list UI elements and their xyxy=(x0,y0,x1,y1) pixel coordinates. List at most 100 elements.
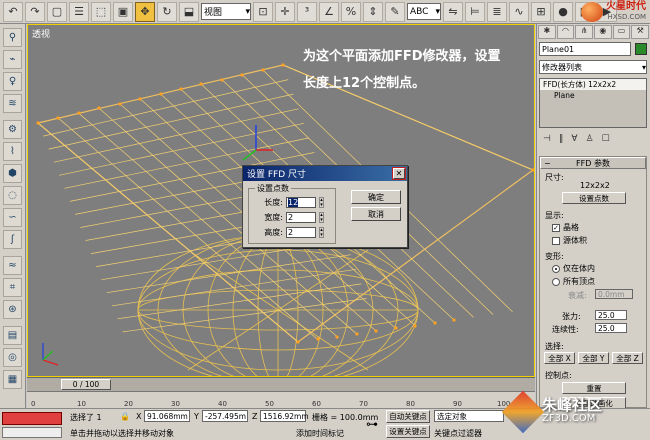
length-input[interactable]: 12 xyxy=(286,197,316,208)
modifier-list-dropdown[interactable]: 修改器列表 ▾ xyxy=(539,60,647,74)
hair-icon[interactable]: ≋ xyxy=(3,94,22,113)
display-label: 显示: xyxy=(545,211,564,220)
source-volume-checkbox[interactable]: 源体积 xyxy=(552,235,587,246)
stack-item-plane[interactable]: Plane xyxy=(540,90,646,101)
tick-label: 20 xyxy=(124,400,133,408)
stack-item-ffd[interactable]: FFD(长方体) 12x2x2 xyxy=(540,79,646,90)
rope-icon[interactable]: ∽ xyxy=(3,208,22,227)
align-icon[interactable]: ⊨ xyxy=(465,1,485,22)
redo-icon[interactable]: ↷ xyxy=(25,1,45,22)
time-slider-track[interactable]: 0 / 100 xyxy=(27,377,535,391)
move-icon[interactable]: ✥ xyxy=(135,1,155,22)
reactor-icon[interactable]: ⚙ xyxy=(3,120,22,139)
all-z-button[interactable]: 全部 Z xyxy=(612,352,643,364)
cancel-button[interactable]: 取消 xyxy=(351,207,401,221)
tab-display-icon[interactable]: ▭ xyxy=(612,25,631,39)
select-object-icon[interactable]: ▢ xyxy=(47,1,67,22)
width-spinner[interactable]: ▴ ▾ xyxy=(319,212,324,223)
angle-snap-icon[interactable]: ∠ xyxy=(319,1,339,22)
spring-icon[interactable]: ʃ xyxy=(3,230,22,249)
curve-editor-icon[interactable]: ∿ xyxy=(509,1,529,22)
select-manipulate-icon[interactable]: ✛ xyxy=(275,1,295,22)
tab-create-icon[interactable]: ✱ xyxy=(538,25,556,39)
rollout-header[interactable]: − FFD 参数 xyxy=(540,157,646,169)
bones-icon[interactable]: ⌁ xyxy=(3,50,22,69)
key-icon[interactable]: ⊶ xyxy=(366,417,378,431)
schematic-view-icon[interactable]: ⊞ xyxy=(531,1,551,22)
z-coord-field[interactable]: 1516.92mm xyxy=(260,410,309,422)
tab-motion-icon[interactable]: ◉ xyxy=(594,25,612,39)
key-filters-button[interactable]: 关键点过滤器 xyxy=(434,428,482,439)
tab-utilities-icon[interactable]: ⚒ xyxy=(631,25,650,39)
tension-input[interactable]: 25.0 xyxy=(595,310,627,320)
pin-stack-icon[interactable]: ⊣ xyxy=(543,134,551,144)
y-coord-field[interactable]: -257.495m xyxy=(202,410,248,422)
only-in-volume-radio[interactable]: 仅在体内 xyxy=(552,263,595,274)
width-input[interactable]: 2 xyxy=(286,212,316,223)
show-end-result-icon[interactable]: ‖ xyxy=(559,134,564,144)
water-icon[interactable]: ≈ xyxy=(3,256,22,275)
tab-modify-icon[interactable]: ◠ xyxy=(556,25,575,39)
snap-3d-icon[interactable]: ³ xyxy=(297,1,317,22)
viewport-label[interactable]: 透视 xyxy=(32,27,50,40)
set-points-button[interactable]: 设置点数 xyxy=(562,192,626,204)
scale-icon[interactable]: ⬓ xyxy=(179,1,199,22)
add-time-tag[interactable]: 添加时间标记 xyxy=(296,428,344,439)
set-key-button[interactable]: 设置关键点 xyxy=(386,425,430,438)
cloth-icon[interactable]: ⌇ xyxy=(3,142,22,161)
all-x-button[interactable]: 全部 X xyxy=(544,352,575,364)
layer-manager-icon[interactable]: ≣ xyxy=(487,1,507,22)
render-icon[interactable]: ▦ xyxy=(3,370,22,389)
mirror-icon[interactable]: ⇋ xyxy=(443,1,463,22)
reference-coord-dropdown[interactable]: 视图 ▾ xyxy=(201,3,251,20)
close-icon[interactable]: ✕ xyxy=(392,167,406,180)
tick-label: 0 xyxy=(31,400,36,408)
rotate-icon[interactable]: ↻ xyxy=(157,1,177,22)
track-bar[interactable]: 0 10 20 30 40 50 60 70 80 90 100 xyxy=(27,391,535,408)
tab-hierarchy-icon[interactable]: ⋔ xyxy=(575,25,594,39)
length-spinner[interactable]: ▴ ▾ xyxy=(319,197,324,208)
select-by-name-icon[interactable]: ☰ xyxy=(69,1,89,22)
soft-body-icon[interactable]: ◌ xyxy=(3,186,22,205)
key-mode-dropdown[interactable]: 选定对象 xyxy=(434,410,504,422)
command-panel: ✱ ◠ ⋔ ◉ ▭ ⚒ Plane01 修改器列表 ▾ FFD(长方体) 12x2… xyxy=(536,24,650,409)
named-selection-dropdown[interactable]: ABC ▾ xyxy=(407,3,441,20)
falloff-input[interactable]: 0.0mm xyxy=(595,289,633,299)
x-coord-field[interactable]: 91.068mm xyxy=(144,410,190,422)
maxscript-mini[interactable] xyxy=(2,427,62,438)
pivot-icon[interactable]: ⊡ xyxy=(253,1,273,22)
auto-key-button[interactable]: 自动关键点 xyxy=(386,410,430,423)
all-vertices-radio[interactable]: 所有顶点 xyxy=(552,276,595,287)
analyze-icon[interactable]: ◎ xyxy=(3,348,22,367)
maxscript-listener[interactable] xyxy=(2,412,62,425)
motor-icon[interactable]: ⊛ xyxy=(3,300,22,319)
height-input[interactable]: 2 xyxy=(286,227,316,238)
undo-icon[interactable]: ↶ xyxy=(3,1,23,22)
preview-icon[interactable]: ▤ xyxy=(3,326,22,345)
spinner-snap-icon[interactable]: ⇕ xyxy=(363,1,383,22)
edit-named-selection-icon[interactable]: ✎ xyxy=(385,1,405,22)
continuity-input[interactable]: 25.0 xyxy=(595,323,627,333)
object-name-field[interactable]: Plane01 xyxy=(539,42,631,56)
lattice-checkbox[interactable]: ✓ 晶格 xyxy=(552,222,579,233)
time-slider[interactable]: 0 / 100 xyxy=(61,379,111,390)
dialog-titlebar[interactable]: 设置 FFD 尺寸 ✕ xyxy=(243,166,407,181)
biped-icon[interactable]: ♀ xyxy=(3,72,22,91)
object-color-swatch[interactable] xyxy=(635,43,647,55)
all-y-button[interactable]: 全部 Y xyxy=(578,352,609,364)
configure-sets-icon[interactable]: ☐ xyxy=(602,134,610,144)
rigid-body-icon[interactable]: ⬢ xyxy=(3,164,22,183)
remove-modifier-icon[interactable]: ♙ xyxy=(586,134,594,144)
window-crossing-icon[interactable]: ▣ xyxy=(113,1,133,22)
control-points-label: 控制点: xyxy=(545,371,572,380)
ik-icon[interactable]: ⚲ xyxy=(3,28,22,47)
percent-snap-icon[interactable]: % xyxy=(341,1,361,22)
select-region-icon[interactable]: ⬚ xyxy=(91,1,111,22)
ok-button[interactable]: 确定 xyxy=(351,190,401,204)
make-unique-icon[interactable]: ∀ xyxy=(571,134,577,144)
height-spinner[interactable]: ▴ ▾ xyxy=(319,227,324,238)
ffd-params-rollout: − FFD 参数 尺寸: 12x2x2 设置点数 显示: ✓ 晶格 源体积 变形: … xyxy=(539,156,647,409)
fracture-icon[interactable]: ⌗ xyxy=(3,278,22,297)
deform-label: 变形: xyxy=(545,252,564,261)
lock-icon[interactable]: 🔒 xyxy=(120,412,130,421)
